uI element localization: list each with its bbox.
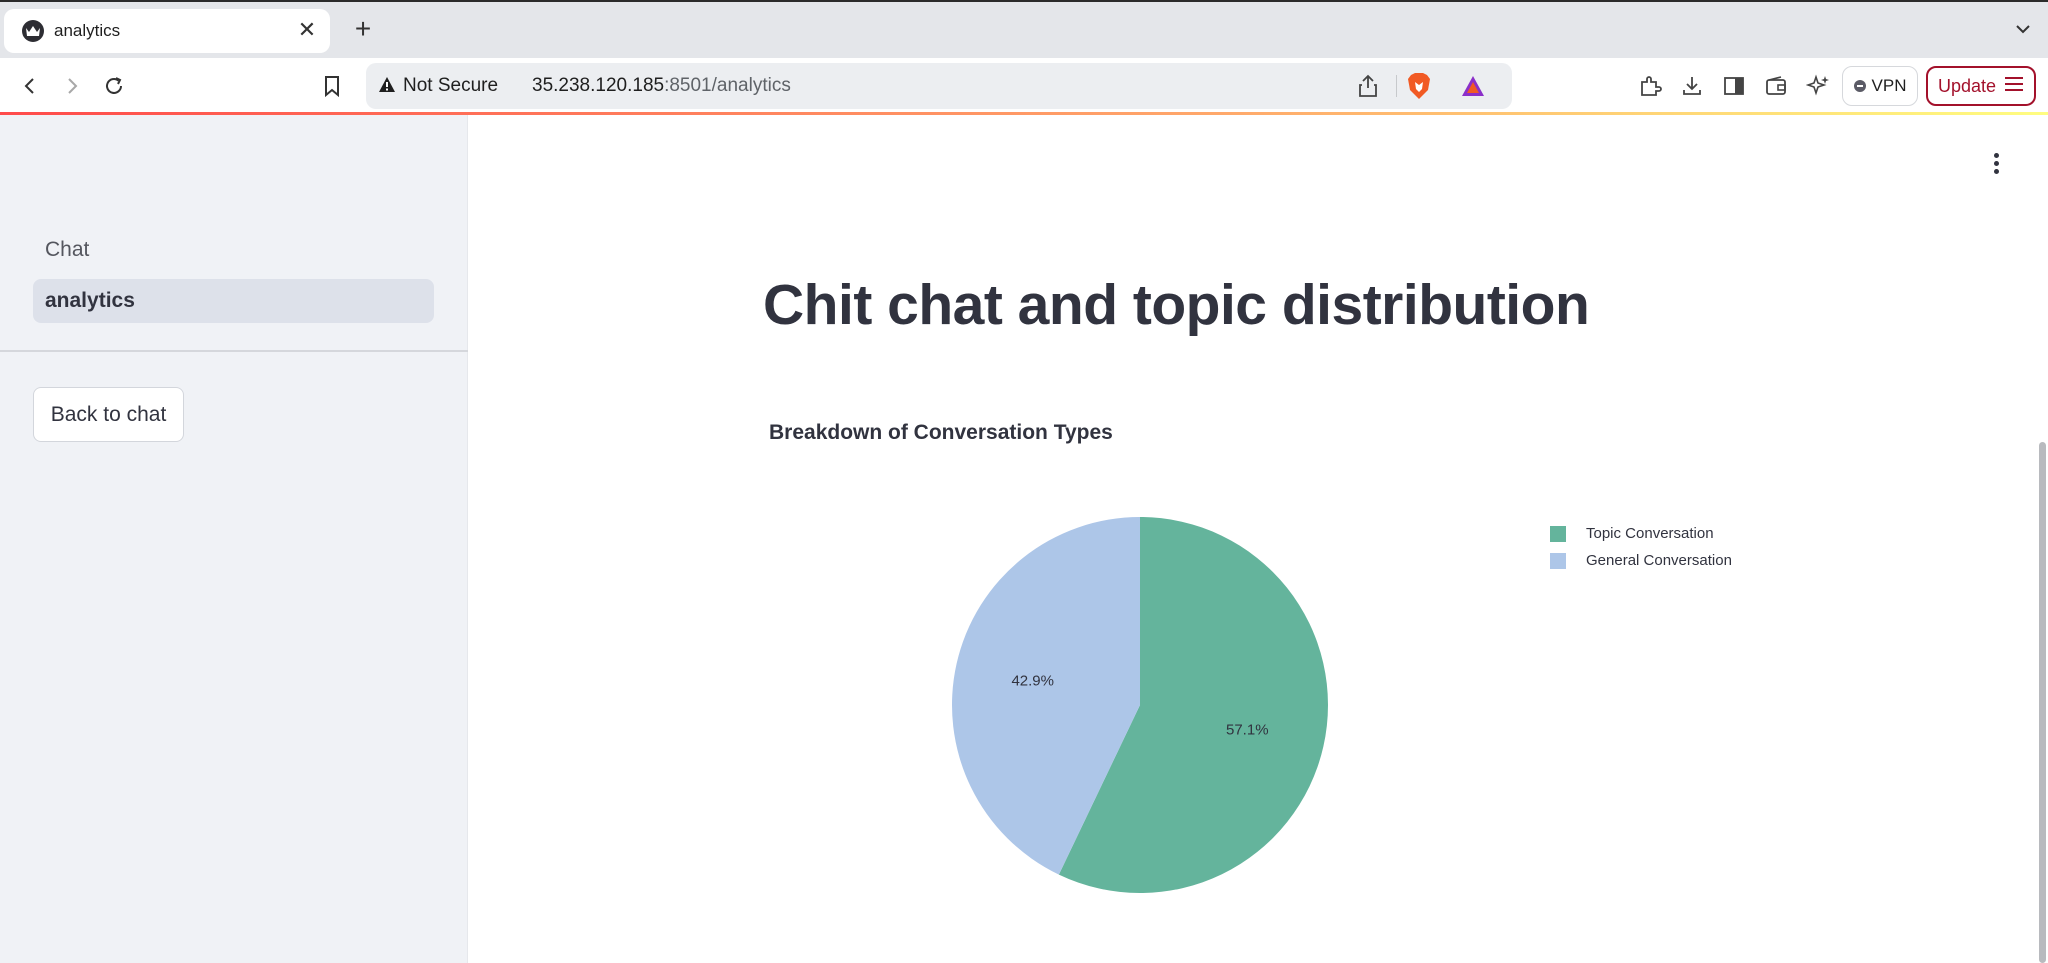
tab-list-chevron-icon[interactable] xyxy=(2010,16,2036,42)
bookmark-icon[interactable] xyxy=(316,70,348,102)
warning-icon xyxy=(378,76,396,99)
tab-close-icon[interactable]: ✕ xyxy=(294,17,320,43)
download-icon[interactable] xyxy=(1678,72,1706,100)
update-button[interactable]: Update xyxy=(1926,66,2036,106)
security-status-label[interactable]: Not Secure xyxy=(403,75,498,97)
sidebar: Chat analytics Back to chat xyxy=(0,115,468,963)
legend-item[interactable]: General Conversation xyxy=(1550,547,1732,574)
address-divider xyxy=(1396,75,1397,97)
extensions-puzzle-icon[interactable] xyxy=(1636,72,1664,100)
pie-slice-label: 57.1% xyxy=(1226,721,1269,738)
browser-toolbar: Not Secure 35.238.120.185:8501/analytics… xyxy=(0,58,2048,114)
sidebar-item-analytics[interactable]: analytics xyxy=(33,279,434,323)
share-icon[interactable] xyxy=(1358,74,1378,103)
url-path: :8501/analytics xyxy=(664,75,791,96)
pie-chart[interactable]: 57.1% 42.9% xyxy=(940,505,1340,905)
hamburger-menu-icon xyxy=(2004,76,2024,97)
legend-swatch xyxy=(1550,552,1566,569)
legend-label: Topic Conversation xyxy=(1586,525,1714,542)
legend-swatch xyxy=(1550,525,1566,542)
legend-item[interactable]: Topic Conversation xyxy=(1550,520,1732,547)
leo-ai-sparkle-icon[interactable] xyxy=(1804,72,1832,100)
address-bar[interactable]: Not Secure 35.238.120.185:8501/analytics xyxy=(366,63,1512,109)
brave-shields-icon[interactable] xyxy=(1406,72,1432,105)
tab-strip: analytics ✕ + xyxy=(0,0,2048,58)
forward-arrow-icon[interactable] xyxy=(56,70,88,102)
tab-title: analytics xyxy=(54,21,121,40)
main-menu-kebab-icon[interactable] xyxy=(1984,150,2008,180)
vpn-button[interactable]: VPN xyxy=(1842,66,1918,106)
page-title: Chit chat and topic distribution xyxy=(763,273,1590,337)
vpn-label: VPN xyxy=(1871,76,1907,95)
chart-legend: Topic Conversation General Conversation xyxy=(1550,520,1732,574)
sidebar-divider xyxy=(0,350,468,352)
url-text: 35.238.120.185:8501/analytics xyxy=(532,75,791,97)
wallet-icon[interactable] xyxy=(1762,72,1790,100)
url-host: 35.238.120.185 xyxy=(532,75,665,96)
sidebar-item-chat[interactable]: Chat xyxy=(33,228,434,272)
legend-label: General Conversation xyxy=(1586,552,1732,569)
brave-rewards-icon[interactable] xyxy=(1460,74,1486,103)
scrollbar-thumb[interactable] xyxy=(2039,442,2046,963)
streamlit-crown-icon xyxy=(22,20,44,42)
update-label: Update xyxy=(1937,75,1997,96)
chart-title: Breakdown of Conversation Types xyxy=(769,421,1113,444)
back-arrow-icon[interactable] xyxy=(14,70,46,102)
new-tab-button[interactable]: + xyxy=(348,14,378,44)
back-to-chat-button[interactable]: Back to chat xyxy=(33,387,184,442)
browser-tab-analytics[interactable]: analytics ✕ xyxy=(4,9,330,53)
reload-icon[interactable] xyxy=(98,70,130,102)
pie-slice-label: 42.9% xyxy=(1011,673,1054,690)
vpn-status-icon xyxy=(1853,80,1866,92)
sidebar-toggle-icon[interactable] xyxy=(1720,72,1748,100)
